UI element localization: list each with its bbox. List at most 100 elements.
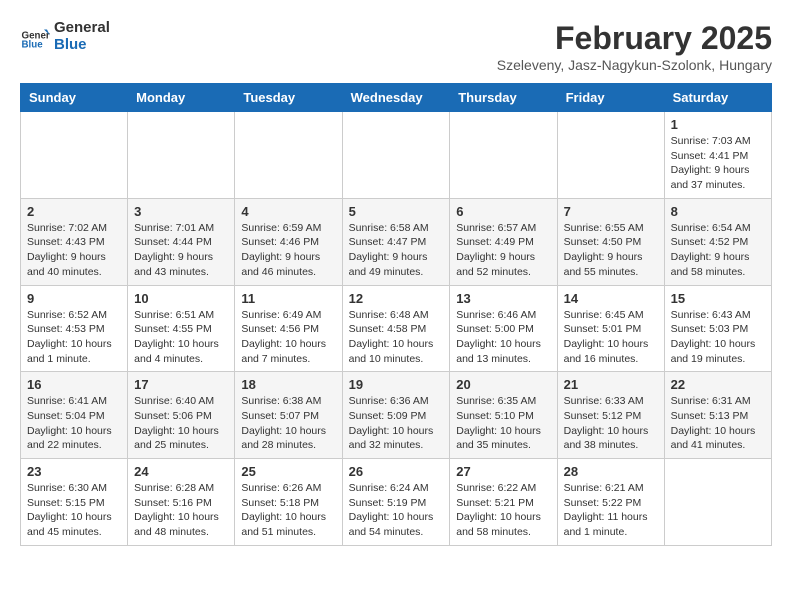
calendar-cell: 5 Sunrise: 6:58 AM Sunset: 4:47 PM Daylig…: [342, 198, 450, 285]
calendar-cell: 13Sunrise: 6:46 AM Sunset: 5:00 PM Dayli…: [450, 285, 557, 372]
calendar-cell: 27 Sunrise: 6:22 AM Sunset: 5:21 PM Dayli…: [450, 459, 557, 546]
calendar-cell: 10 Sunrise: 6:51 AM Sunset: 4:55 PM Dayli…: [128, 285, 235, 372]
day-number: 21: [564, 377, 658, 392]
day-number: 18: [241, 377, 335, 392]
calendar-cell: 19 Sunrise: 6:36 AM Sunset: 5:09 PM Dayli…: [342, 372, 450, 459]
calendar-week-2: 2 Sunrise: 7:02 AM Sunset: 4:43 PM Daylig…: [21, 198, 772, 285]
calendar-cell: 15 Sunrise: 6:43 AM Sunset: 5:03 PM Dayli…: [664, 285, 771, 372]
calendar-cell: [450, 112, 557, 199]
calendar-cell: 20 Sunrise: 6:35 AM Sunset: 5:10 PM Dayli…: [450, 372, 557, 459]
header-day-thursday: Thursday: [450, 84, 557, 112]
day-number: 14: [564, 291, 658, 306]
day-info: Sunrise: 6:57 AM Sunset: 4:49 PM Dayligh…: [456, 221, 550, 280]
day-number: 25: [241, 464, 335, 479]
day-info: Sunrise: 6:26 AM Sunset: 5:18 PM Dayligh…: [241, 481, 335, 540]
calendar-cell: 11 Sunrise: 6:49 AM Sunset: 4:56 PM Dayli…: [235, 285, 342, 372]
calendar-cell: 26 Sunrise: 6:24 AM Sunset: 5:19 PM Dayli…: [342, 459, 450, 546]
day-number: 1: [671, 117, 765, 132]
calendar-cell: [128, 112, 235, 199]
logo-icon: General Blue: [20, 22, 50, 52]
day-number: 13: [456, 291, 550, 306]
day-info: Sunrise: 6:22 AM Sunset: 5:21 PM Dayligh…: [456, 481, 550, 540]
header-day-friday: Friday: [557, 84, 664, 112]
calendar-cell: 28Sunrise: 6:21 AM Sunset: 5:22 PM Dayli…: [557, 459, 664, 546]
header-day-monday: Monday: [128, 84, 235, 112]
day-number: 15: [671, 291, 765, 306]
header-day-tuesday: Tuesday: [235, 84, 342, 112]
calendar-cell: 2 Sunrise: 7:02 AM Sunset: 4:43 PM Daylig…: [21, 198, 128, 285]
calendar-cell: 14 Sunrise: 6:45 AM Sunset: 5:01 PM Dayli…: [557, 285, 664, 372]
page-header: General Blue General Blue February 2025 …: [20, 20, 772, 73]
calendar-cell: 7Sunrise: 6:55 AM Sunset: 4:50 PM Daylig…: [557, 198, 664, 285]
calendar-cell: [664, 459, 771, 546]
calendar-cell: 25 Sunrise: 6:26 AM Sunset: 5:18 PM Dayli…: [235, 459, 342, 546]
day-number: 2: [27, 204, 121, 219]
day-number: 9: [27, 291, 121, 306]
calendar-cell: 18Sunrise: 6:38 AM Sunset: 5:07 PM Dayli…: [235, 372, 342, 459]
day-info: Sunrise: 6:30 AM Sunset: 5:15 PM Dayligh…: [27, 481, 121, 540]
calendar-week-3: 9 Sunrise: 6:52 AM Sunset: 4:53 PM Daylig…: [21, 285, 772, 372]
title-area: February 2025 Szeleveny, Jasz-Nagykun-Sz…: [497, 20, 772, 73]
day-info: Sunrise: 6:36 AM Sunset: 5:09 PM Dayligh…: [349, 394, 444, 453]
day-info: Sunrise: 6:58 AM Sunset: 4:47 PM Dayligh…: [349, 221, 444, 280]
day-number: 23: [27, 464, 121, 479]
logo-blue: Blue: [54, 37, 110, 54]
day-info: Sunrise: 6:49 AM Sunset: 4:56 PM Dayligh…: [241, 308, 335, 367]
calendar-cell: 16 Sunrise: 6:41 AM Sunset: 5:04 PM Dayli…: [21, 372, 128, 459]
day-info: Sunrise: 6:55 AM Sunset: 4:50 PM Dayligh…: [564, 221, 658, 280]
calendar-cell: 3Sunrise: 7:01 AM Sunset: 4:44 PM Daylig…: [128, 198, 235, 285]
calendar-week-1: 1 Sunrise: 7:03 AM Sunset: 4:41 PM Daylig…: [21, 112, 772, 199]
day-info: Sunrise: 6:31 AM Sunset: 5:13 PM Dayligh…: [671, 394, 765, 453]
day-info: Sunrise: 6:35 AM Sunset: 5:10 PM Dayligh…: [456, 394, 550, 453]
calendar-cell: 21 Sunrise: 6:33 AM Sunset: 5:12 PM Dayli…: [557, 372, 664, 459]
day-info: Sunrise: 7:03 AM Sunset: 4:41 PM Dayligh…: [671, 134, 765, 193]
header-day-wednesday: Wednesday: [342, 84, 450, 112]
day-info: Sunrise: 7:01 AM Sunset: 4:44 PM Dayligh…: [134, 221, 228, 280]
calendar-cell: [342, 112, 450, 199]
logo: General Blue General Blue: [20, 20, 110, 53]
day-number: 16: [27, 377, 121, 392]
day-number: 20: [456, 377, 550, 392]
day-number: 22: [671, 377, 765, 392]
day-info: Sunrise: 6:45 AM Sunset: 5:01 PM Dayligh…: [564, 308, 658, 367]
day-number: 8: [671, 204, 765, 219]
day-number: 27: [456, 464, 550, 479]
calendar-cell: [21, 112, 128, 199]
day-info: Sunrise: 7:02 AM Sunset: 4:43 PM Dayligh…: [27, 221, 121, 280]
calendar-header-row: SundayMondayTuesdayWednesdayThursdayFrid…: [21, 84, 772, 112]
calendar-week-4: 16 Sunrise: 6:41 AM Sunset: 5:04 PM Dayli…: [21, 372, 772, 459]
day-info: Sunrise: 6:51 AM Sunset: 4:55 PM Dayligh…: [134, 308, 228, 367]
calendar-cell: [235, 112, 342, 199]
day-number: 12: [349, 291, 444, 306]
header-day-saturday: Saturday: [664, 84, 771, 112]
day-number: 24: [134, 464, 228, 479]
calendar-cell: 22 Sunrise: 6:31 AM Sunset: 5:13 PM Dayli…: [664, 372, 771, 459]
day-info: Sunrise: 6:48 AM Sunset: 4:58 PM Dayligh…: [349, 308, 444, 367]
calendar-body: 1 Sunrise: 7:03 AM Sunset: 4:41 PM Daylig…: [21, 112, 772, 546]
day-number: 6: [456, 204, 550, 219]
location-subtitle: Szeleveny, Jasz-Nagykun-Szolonk, Hungary: [497, 57, 772, 73]
day-number: 5: [349, 204, 444, 219]
calendar-week-5: 23 Sunrise: 6:30 AM Sunset: 5:15 PM Dayli…: [21, 459, 772, 546]
calendar-cell: 24 Sunrise: 6:28 AM Sunset: 5:16 PM Dayli…: [128, 459, 235, 546]
day-info: Sunrise: 6:24 AM Sunset: 5:19 PM Dayligh…: [349, 481, 444, 540]
day-info: Sunrise: 6:41 AM Sunset: 5:04 PM Dayligh…: [27, 394, 121, 453]
calendar-cell: 9 Sunrise: 6:52 AM Sunset: 4:53 PM Daylig…: [21, 285, 128, 372]
header-day-sunday: Sunday: [21, 84, 128, 112]
day-number: 26: [349, 464, 444, 479]
day-info: Sunrise: 6:52 AM Sunset: 4:53 PM Dayligh…: [27, 308, 121, 367]
calendar-cell: 8Sunrise: 6:54 AM Sunset: 4:52 PM Daylig…: [664, 198, 771, 285]
calendar-cell: 23 Sunrise: 6:30 AM Sunset: 5:15 PM Dayli…: [21, 459, 128, 546]
day-number: 11: [241, 291, 335, 306]
day-info: Sunrise: 6:28 AM Sunset: 5:16 PM Dayligh…: [134, 481, 228, 540]
calendar-cell: 4Sunrise: 6:59 AM Sunset: 4:46 PM Daylig…: [235, 198, 342, 285]
calendar-cell: 6 Sunrise: 6:57 AM Sunset: 4:49 PM Daylig…: [450, 198, 557, 285]
day-info: Sunrise: 6:43 AM Sunset: 5:03 PM Dayligh…: [671, 308, 765, 367]
day-number: 19: [349, 377, 444, 392]
calendar-cell: 12 Sunrise: 6:48 AM Sunset: 4:58 PM Dayli…: [342, 285, 450, 372]
day-number: 10: [134, 291, 228, 306]
day-info: Sunrise: 6:33 AM Sunset: 5:12 PM Dayligh…: [564, 394, 658, 453]
calendar-cell: 1 Sunrise: 7:03 AM Sunset: 4:41 PM Daylig…: [664, 112, 771, 199]
day-info: Sunrise: 6:21 AM Sunset: 5:22 PM Dayligh…: [564, 481, 658, 540]
calendar-cell: 17Sunrise: 6:40 AM Sunset: 5:06 PM Dayli…: [128, 372, 235, 459]
